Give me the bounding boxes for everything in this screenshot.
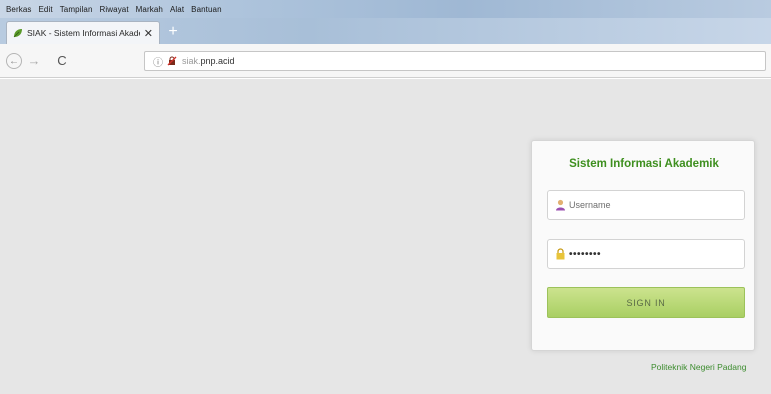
menu-item-berkas[interactable]: Berkas	[6, 5, 32, 14]
back-button[interactable]: ←	[6, 53, 22, 69]
menu-item-markah[interactable]: Markah	[136, 5, 163, 14]
menu-item-alat[interactable]: Alat	[170, 5, 184, 14]
url-host-prefix: siak.	[182, 56, 201, 66]
page-content: Sistem Informasi Akademik SIGN IN Polite…	[0, 79, 771, 394]
password-input[interactable]	[569, 248, 739, 260]
reload-button[interactable]: C	[54, 53, 70, 69]
insecure-lock-icon[interactable]	[167, 56, 177, 66]
close-icon[interactable]: ✕	[144, 27, 153, 40]
menu-item-tampilan[interactable]: Tampilan	[60, 5, 93, 14]
tab-title: SIAK - Sistem Informasi Akade	[27, 28, 140, 38]
username-input[interactable]	[569, 200, 739, 210]
tab-siak[interactable]: SIAK - Sistem Informasi Akade ✕	[6, 21, 160, 44]
leaf-icon	[13, 29, 22, 38]
nav-bar: ← → C ⓘ siak. pnp.acid	[0, 44, 771, 78]
url-text: pnp.acid	[200, 56, 235, 66]
menu-item-edit[interactable]: Edit	[39, 5, 53, 14]
menu-item-bantuan[interactable]: Bantuan	[191, 5, 222, 14]
forward-button[interactable]: →	[26, 53, 42, 69]
lock-icon	[556, 248, 565, 260]
login-title: Sistem Informasi Akademik	[569, 158, 719, 170]
password-field[interactable]	[547, 239, 745, 269]
tab-strip: SIAK - Sistem Informasi Akade ✕ +	[0, 18, 771, 44]
login-card: Sistem Informasi Akademik SIGN IN	[531, 140, 755, 351]
new-tab-button[interactable]: +	[164, 23, 182, 41]
sign-in-button[interactable]: SIGN IN	[547, 287, 745, 318]
menu-bar: Berkas Edit Tampilan Riwayat Markah Alat…	[0, 0, 771, 18]
url-bar[interactable]: ⓘ siak. pnp.acid	[144, 51, 766, 71]
user-icon	[556, 199, 565, 211]
username-field[interactable]	[547, 190, 745, 220]
menu-item-riwayat[interactable]: Riwayat	[100, 5, 129, 14]
institution-link[interactable]: Politeknik Negeri Padang	[651, 362, 746, 372]
info-icon[interactable]: ⓘ	[153, 54, 163, 69]
